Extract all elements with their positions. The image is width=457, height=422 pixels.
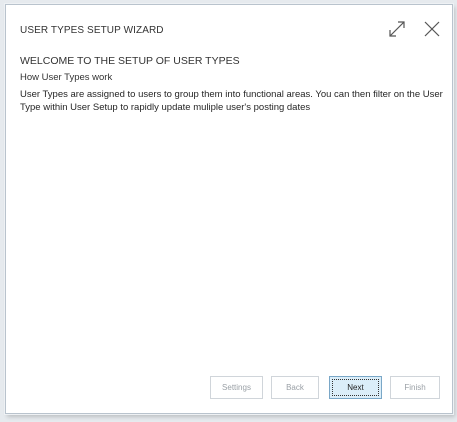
next-button[interactable]: Next: [329, 376, 382, 399]
description-text: User Types are assigned to users to grou…: [20, 89, 443, 113]
wizard-dialog: USER TYPES SETUP WIZARD WELCOME TO THE S…: [5, 4, 453, 414]
wizard-footer: Settings Back Next Finish: [6, 376, 452, 400]
settings-button[interactable]: Settings: [210, 376, 263, 399]
back-button[interactable]: Back: [271, 376, 319, 399]
close-icon: [424, 21, 440, 37]
finish-button[interactable]: Finish: [390, 376, 440, 399]
expand-button[interactable]: [385, 17, 409, 41]
welcome-heading: WELCOME TO THE SETUP OF USER TYPES: [20, 55, 240, 67]
wizard-content: WELCOME TO THE SETUP OF USER TYPES How U…: [20, 55, 446, 114]
window-frame: USER TYPES SETUP WIZARD WELCOME TO THE S…: [0, 0, 457, 422]
close-button[interactable]: [420, 17, 444, 41]
dialog-title: USER TYPES SETUP WIZARD: [20, 25, 164, 36]
expand-icon: [389, 21, 405, 37]
how-it-works-subheading: How User Types work: [20, 72, 113, 83]
